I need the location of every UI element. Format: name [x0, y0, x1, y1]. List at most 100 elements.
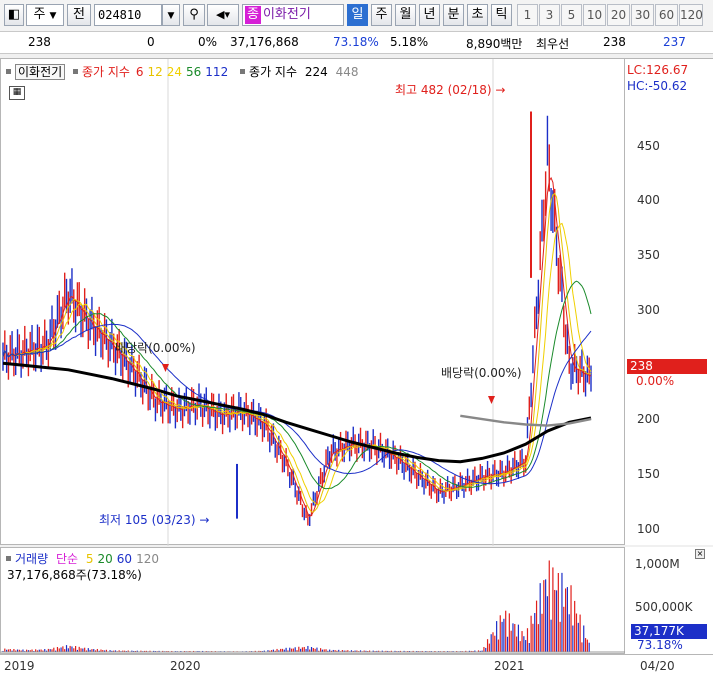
legend-marker-icon — [6, 69, 11, 74]
price-tick-450: 450 — [637, 138, 660, 153]
volume-chart-pane[interactable]: 거래량 단순 5 20 60 120 37,176,868주(73.18%) — [0, 547, 626, 654]
legend-ma-period-24: 24 — [166, 65, 183, 79]
volume-axis[interactable]: × 1,000M 500,000K 37,177K 73.18% — [625, 547, 713, 654]
stock-name-box[interactable]: 종 이화전기 — [242, 4, 344, 26]
interval-button-120[interactable]: 120 — [679, 4, 703, 26]
chevron-down-icon: ▼ — [49, 11, 57, 21]
dividend-annotation-2: 배당락(0.00%) — [441, 366, 522, 380]
quote-bar: 238 0 0% 37,176,868 73.18% 5.18% 8,890백만… — [0, 32, 713, 54]
price-chart-pane[interactable]: 이화전기 종가 지수 6 12 24 56 112 종가 지수 224 448 ▦ 최고… — [0, 58, 625, 546]
price-change: 0 — [147, 35, 155, 49]
period-button-2[interactable]: 월 — [395, 4, 416, 26]
current-percent-label: 0.00% — [636, 374, 675, 388]
search-button[interactable]: ⚲ — [183, 4, 205, 26]
legend-ma-label: 종가 지수 — [82, 65, 130, 79]
current-volume-percent: 73.18% — [637, 638, 683, 652]
stock-name: 이화전기 — [262, 7, 311, 22]
interval-button-3[interactable]: 3 — [539, 4, 560, 26]
interval-button-5[interactable]: 5 — [561, 4, 582, 26]
volume-tick-500000k: 500,000K — [635, 600, 693, 614]
high-label: 최고 482 (02/18) — [395, 83, 492, 97]
low-label: 최저 105 (03/23) — [99, 513, 196, 527]
price-tick-400: 400 — [637, 193, 660, 208]
chevron-down-icon: ▼ — [167, 11, 175, 21]
volume-value: 37,176,868 — [230, 35, 299, 49]
turnover-percent: 73.18% — [333, 35, 379, 49]
volume-info: 37,176,868주(73.18%) — [7, 568, 142, 582]
low-annotation: 최저 105 (03/23) → — [99, 511, 209, 528]
legend-ma-period-112: 112 — [205, 65, 229, 79]
legend-ma2-label: 종가 지수 — [249, 65, 298, 79]
period-button-5[interactable]: 초 — [467, 4, 488, 26]
interval-button-30[interactable]: 30 — [631, 4, 654, 26]
period-button-6[interactable]: 틱 — [491, 4, 512, 26]
legend-marker-icon — [73, 69, 78, 74]
legend-marker-icon — [240, 69, 246, 74]
dividend-annotation-1: 배당락(0.00%) — [115, 341, 196, 355]
layout-icon[interactable]: ◧ — [4, 4, 24, 26]
sound-button[interactable]: ◀▾ — [207, 4, 239, 26]
stock-chart-window: ◧ 주 ▼ 전 024810 ▼ ⚲ ◀▾ 종 이화전기 일 주 월 년 분 초 틱 1 3 5 10 2… — [0, 0, 713, 681]
trade-amount: 8,890백만 — [466, 37, 523, 51]
period-button-3[interactable]: 년 — [419, 4, 440, 26]
ask-price: 238 — [603, 35, 626, 49]
current-volume-marker: 37,177K — [631, 624, 707, 639]
arrow-right-icon: → — [495, 83, 506, 97]
interval-button-20[interactable]: 20 — [607, 4, 630, 26]
legend-ma-period-12: 12 — [147, 65, 163, 79]
date-tick-2021: 2021 — [494, 659, 525, 673]
date-tick-current: 04/20 — [640, 659, 675, 673]
legend-ma-period-6: 6 — [135, 65, 144, 79]
ma-line-112 — [2, 323, 592, 485]
date-axis[interactable]: 2019 2020 2021 04/20 — [0, 654, 713, 681]
volume-period-20: 20 — [97, 552, 113, 566]
legend-stock-name[interactable]: 이화전기 — [15, 64, 66, 80]
price-axis[interactable]: LC:126.67 HC:-50.62 10015020025030035040… — [625, 58, 713, 545]
interval-button-60[interactable]: 60 — [655, 4, 678, 26]
price-tick-200: 200 — [637, 412, 660, 427]
interval-button-10[interactable]: 10 — [583, 4, 606, 26]
price-legend: 이화전기 종가 지수 6 12 24 56 112 종가 지수 224 448 — [6, 63, 362, 80]
grid-table-icon[interactable]: ▦ — [9, 86, 25, 100]
name-tag: 종 — [245, 6, 261, 24]
high-annotation: 최고 482 (02/18) → — [395, 81, 505, 98]
close-icon[interactable]: × — [695, 549, 705, 559]
arrow-right-icon: → — [199, 513, 210, 527]
ma-line-56 — [2, 280, 592, 490]
volume-label: 거래량 — [15, 552, 49, 566]
toolbar: ◧ 주 ▼ 전 024810 ▼ ⚲ ◀▾ 종 이화전기 일 주 월 년 분 초 틱 1 3 5 10 2… — [0, 0, 713, 32]
period-button-1[interactable]: 주 — [371, 4, 392, 26]
period-button-0[interactable]: 일 — [347, 4, 368, 26]
volume-tick-1000m: 1,000M — [635, 557, 680, 571]
dividend-marker-2 — [488, 396, 495, 404]
volume-period-60: 60 — [116, 552, 133, 566]
code-dropdown[interactable]: ▼ — [162, 4, 180, 26]
volume-legend: 거래량 단순 5 20 60 120 — [6, 550, 167, 567]
prefix-button[interactable]: 전 — [67, 4, 91, 26]
speaker-icon: ◀▾ — [216, 8, 230, 21]
period-button-4[interactable]: 분 — [443, 4, 464, 26]
price-tick-300: 300 — [637, 302, 660, 317]
price-chart — [2, 59, 592, 546]
volume-period-5: 5 — [85, 552, 94, 566]
price-tick-150: 150 — [637, 466, 660, 481]
volume-type: 단순 — [55, 552, 79, 566]
search-icon: ⚲ — [189, 7, 199, 22]
volume-period-120: 120 — [136, 552, 159, 566]
date-tick-2020: 2020 — [170, 659, 201, 673]
price-tick-350: 350 — [637, 247, 660, 262]
price-tick-100: 100 — [637, 521, 660, 536]
interval-button-1[interactable]: 1 — [517, 4, 538, 26]
legend-ma-period-56: 56 — [186, 65, 202, 79]
date-tick-2019: 2019 — [4, 659, 35, 673]
hc-label: HC:-50.62 — [627, 79, 688, 93]
legend-ma2-period-448: 448 — [335, 65, 359, 79]
bid-price: 237 — [663, 35, 686, 49]
legend-marker-icon — [6, 556, 11, 561]
best-ask-label: 최우선 — [536, 37, 570, 51]
stock-code-input[interactable]: 024810 — [94, 4, 162, 26]
mode-select[interactable]: 주 ▼ — [26, 4, 64, 26]
change-percent: 0% — [198, 35, 218, 49]
current-price: 238 — [28, 35, 51, 49]
legend-ma2-period-224: 224 — [304, 65, 328, 79]
